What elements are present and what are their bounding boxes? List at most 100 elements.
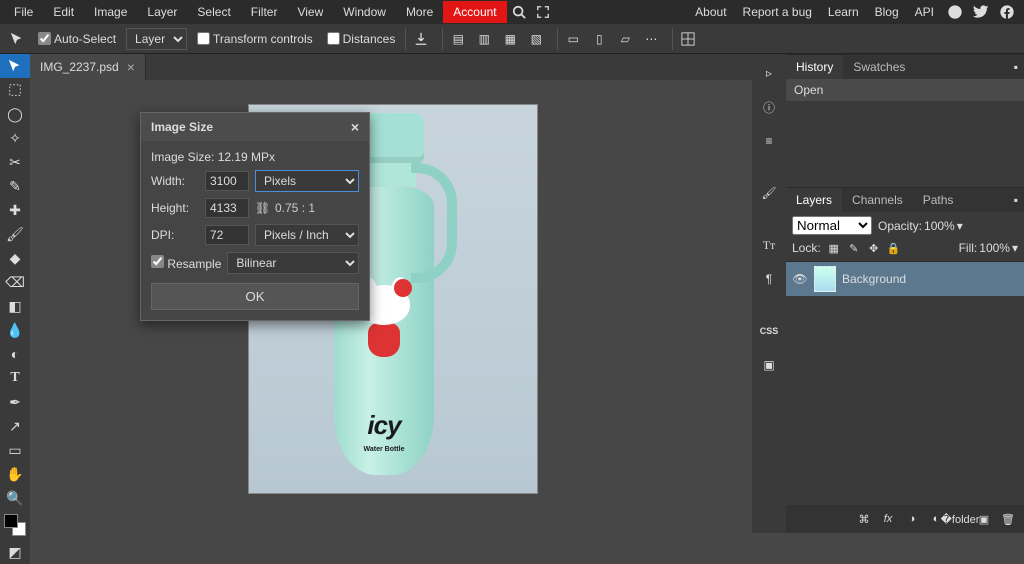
menu-filter[interactable]: Filter xyxy=(241,1,288,23)
canvas-area[interactable]: icy Water Bottle xyxy=(30,80,752,533)
align-left-icon[interactable]: ▤ xyxy=(447,28,469,50)
link-report-bug[interactable]: Report a bug xyxy=(735,1,820,23)
twitter-icon[interactable] xyxy=(972,3,990,21)
move-tool-icon[interactable] xyxy=(6,28,28,50)
align-download-icon[interactable] xyxy=(410,28,432,50)
pen-tool[interactable]: ✒ xyxy=(0,390,30,414)
shape-tool[interactable]: ▭ xyxy=(0,438,30,462)
menu-file[interactable]: File xyxy=(4,1,43,23)
width-input[interactable] xyxy=(205,171,249,191)
link-blog[interactable]: Blog xyxy=(867,1,907,23)
link-layers-icon[interactable]: ⌘ xyxy=(856,511,872,527)
align-top-icon[interactable]: ▧ xyxy=(525,28,547,50)
menu-account[interactable]: Account xyxy=(443,1,506,23)
hand-tool[interactable]: ✋ xyxy=(0,462,30,486)
blur-tool[interactable]: 💧 xyxy=(0,318,30,342)
tab-paths[interactable]: Paths xyxy=(913,188,964,212)
tab-swatches[interactable]: Swatches xyxy=(843,55,915,79)
panel-image-icon[interactable]: ▣ xyxy=(756,352,782,378)
distances-checkbox[interactable]: Distances xyxy=(323,32,400,46)
dodge-tool[interactable]: ◐ xyxy=(0,342,30,366)
dpi-input[interactable] xyxy=(205,225,249,245)
wand-tool[interactable]: ✧ xyxy=(0,126,30,150)
panel-info-icon[interactable]: ⓘ xyxy=(756,94,782,120)
reddit-icon[interactable] xyxy=(946,3,964,21)
zoom-tool[interactable]: 🔍 xyxy=(0,486,30,510)
align-center-h-icon[interactable]: ▥ xyxy=(473,28,495,50)
new-layer-icon[interactable]: ▣ xyxy=(976,511,992,527)
link-learn[interactable]: Learn xyxy=(820,1,867,23)
delete-layer-icon[interactable]: 🗑 xyxy=(1000,511,1016,527)
layer-fx-icon[interactable]: fx xyxy=(880,511,896,527)
document-tab[interactable]: IMG_2237.psd × xyxy=(30,54,146,80)
distribute-spacing-icon[interactable]: ▱ xyxy=(614,28,636,50)
panel-character-icon[interactable]: Tт xyxy=(756,232,782,258)
panel-cursor-icon[interactable]: ▹ xyxy=(756,60,782,86)
type-tool[interactable]: T xyxy=(0,366,30,390)
move-tool[interactable] xyxy=(0,54,30,78)
resample-method-select[interactable]: Bilinear xyxy=(227,252,359,274)
lock-all-icon[interactable]: 🔒 xyxy=(887,241,901,255)
layer-row[interactable]: 👁 Background xyxy=(786,262,1024,296)
blend-mode-select[interactable]: Normal xyxy=(792,216,872,235)
healing-tool[interactable]: ✚ xyxy=(0,198,30,222)
menu-window[interactable]: Window xyxy=(333,1,396,23)
menu-select[interactable]: Select xyxy=(187,1,240,23)
resample-checkbox[interactable]: Resample xyxy=(151,255,221,271)
fill-value[interactable]: 100% xyxy=(979,241,1010,255)
dpi-units-select[interactable]: Pixels / Inch xyxy=(255,224,359,246)
auto-select-checkbox[interactable]: Auto-Select xyxy=(34,32,120,46)
opacity-flyout-icon[interactable]: ▾ xyxy=(957,219,963,233)
auto-select-target[interactable]: Layer xyxy=(126,28,187,50)
tab-history[interactable]: History xyxy=(786,55,843,79)
eraser-tool[interactable]: ⌫ xyxy=(0,270,30,294)
eyedropper-tool[interactable]: ✎ xyxy=(0,174,30,198)
distribute-h-icon[interactable]: ▭ xyxy=(562,28,584,50)
grid-icon[interactable] xyxy=(677,28,699,50)
lock-pixels-icon[interactable]: ▦ xyxy=(827,241,841,255)
panel-css-icon[interactable]: CSS xyxy=(756,318,782,344)
lock-position-icon[interactable]: ✥ xyxy=(867,241,881,255)
opacity-value[interactable]: 100% xyxy=(924,219,955,233)
gradient-tool[interactable]: ◧ xyxy=(0,294,30,318)
search-icon[interactable] xyxy=(507,0,531,24)
menu-view[interactable]: View xyxy=(287,1,333,23)
marquee-tool[interactable] xyxy=(0,78,30,102)
panel-brush-icon[interactable]: 🖌 xyxy=(756,180,782,206)
dialog-close-icon[interactable]: × xyxy=(351,119,359,135)
transform-controls-checkbox[interactable]: Transform controls xyxy=(193,32,317,46)
constrain-link-icon[interactable]: ⛓ xyxy=(255,201,269,215)
lock-brush-icon[interactable]: ✎ xyxy=(847,241,861,255)
menu-edit[interactable]: Edit xyxy=(43,1,84,23)
layer-visibility-icon[interactable]: 👁 xyxy=(792,272,808,286)
distribute-v-icon[interactable]: ▯ xyxy=(588,28,610,50)
link-about[interactable]: About xyxy=(687,1,734,23)
fill-flyout-icon[interactable]: ▾ xyxy=(1012,241,1018,255)
ok-button[interactable]: OK xyxy=(151,283,359,310)
lasso-tool[interactable]: ◯ xyxy=(0,102,30,126)
panel-adjust-icon[interactable]: ≡ xyxy=(756,128,782,154)
tab-channels[interactable]: Channels xyxy=(842,188,913,212)
menu-layer[interactable]: Layer xyxy=(137,1,187,23)
history-item[interactable]: Open xyxy=(786,79,1024,101)
menu-image[interactable]: Image xyxy=(84,1,137,23)
layer-folder-icon[interactable]: �folder xyxy=(952,511,968,527)
link-api[interactable]: API xyxy=(907,1,942,23)
tab-layers[interactable]: Layers xyxy=(786,188,842,212)
crop-tool[interactable]: ✂ xyxy=(0,150,30,174)
path-tool[interactable]: ↗ xyxy=(0,414,30,438)
facebook-icon[interactable] xyxy=(998,3,1016,21)
brush-tool[interactable]: 🖌 xyxy=(0,222,30,246)
height-input[interactable] xyxy=(205,198,249,218)
align-right-icon[interactable]: ▦ xyxy=(499,28,521,50)
fullscreen-icon[interactable] xyxy=(531,0,555,24)
width-units-select[interactable]: Pixels xyxy=(255,170,359,192)
more-align-icon[interactable]: ⋯ xyxy=(640,28,662,50)
quick-mask-tool[interactable]: ◩ xyxy=(0,540,30,564)
panel-paragraph-icon[interactable]: ¶ xyxy=(756,266,782,292)
history-panel-menu-icon[interactable]: ▪ xyxy=(1008,58,1024,76)
clone-tool[interactable]: ◆ xyxy=(0,246,30,270)
layers-panel-menu-icon[interactable]: ▪ xyxy=(1008,191,1024,209)
layer-mask-icon[interactable]: ◑ xyxy=(904,511,920,527)
menu-more[interactable]: More xyxy=(396,1,443,23)
